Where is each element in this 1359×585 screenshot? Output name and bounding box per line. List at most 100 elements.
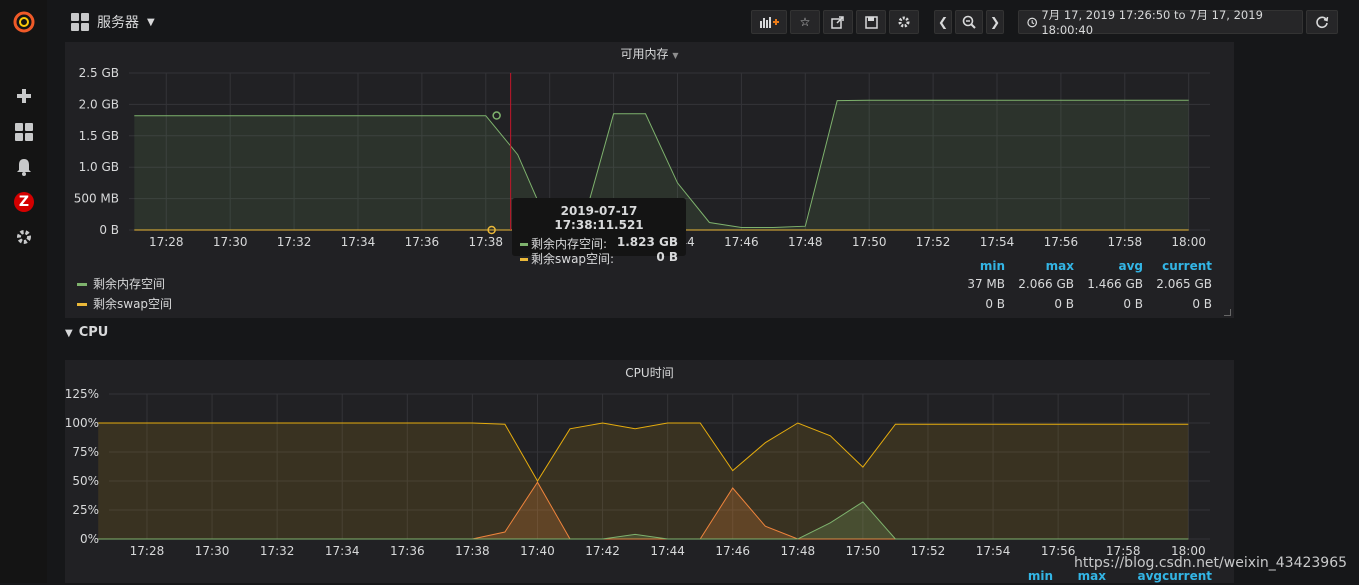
gear-icon[interactable] <box>11 224 37 250</box>
legend-row[interactable]: 剩余内存空间 37 MB 2.066 GB 1.466 GB 2.065 GB <box>77 275 1217 295</box>
legend-header-avg[interactable]: avg <box>1073 259 1143 273</box>
grafana-logo-icon[interactable] <box>11 9 37 35</box>
legend-avg: 1.466 GB <box>1087 277 1143 291</box>
time-forward-button[interactable]: ❯ <box>986 10 1004 34</box>
legend-max: 2.066 GB <box>1018 277 1074 291</box>
y-tick-label: 0% <box>80 532 99 546</box>
row-header-cpu[interactable]: ▼ CPU <box>65 325 108 340</box>
legend-row[interactable]: 剩余swap空间 0 B 0 B 0 B 0 B <box>77 295 1217 315</box>
cpu-panel: CPU时间 125% 100% 75% 50% 25% 0% 17:28 17:30 17:32… <box>65 360 1234 583</box>
x-tick-label: 17:42 <box>585 544 620 558</box>
legend-min: 0 B <box>985 297 1005 311</box>
x-tick-label: 18:00 <box>1171 235 1206 249</box>
time-back-button[interactable]: ❮ <box>934 10 952 34</box>
tooltip-row: 剩余swap空间: 0 B <box>520 250 678 266</box>
legend-header-max[interactable]: max <box>1004 259 1074 273</box>
refresh-button[interactable] <box>1306 10 1338 34</box>
x-tick-label: 17:48 <box>781 544 816 558</box>
sidebar: Z <box>0 0 47 583</box>
settings-button[interactable] <box>889 10 919 34</box>
legend-header-current[interactable]: current <box>1142 569 1212 583</box>
panel-title-text: CPU时间 <box>625 366 674 380</box>
x-tick-label: 17:28 <box>149 235 184 249</box>
panel-title[interactable]: 可用内存 ▼ <box>65 45 1234 62</box>
legend-header-min[interactable]: min <box>935 259 1005 273</box>
dashboards-icon[interactable] <box>11 119 37 145</box>
resize-handle-icon[interactable] <box>1224 309 1231 316</box>
x-tick-label: 17:32 <box>277 235 312 249</box>
x-tick-label: 17:30 <box>213 235 248 249</box>
row-title: CPU <box>78 325 109 340</box>
y-tick-label: 1.0 GB <box>79 160 119 174</box>
series-area <box>98 423 1189 539</box>
cpu-graph[interactable]: 125% 100% 75% 50% 25% 0% 17:28 17:30 17:32 17:34 1… <box>65 380 1234 585</box>
x-tick-label: 17:32 <box>260 544 295 558</box>
clock-icon <box>1027 17 1038 27</box>
x-tick-label: 17:44 <box>650 544 685 558</box>
graph-tooltip: 2019-07-17 17:38:11.521 剩余内存空间: 1.823 GB… <box>512 198 686 266</box>
star-button[interactable]: ☆ <box>790 10 820 34</box>
x-tick-label: 17:38 <box>468 235 503 249</box>
y-tick-label: 75% <box>72 445 99 459</box>
chevron-right-icon: ❯ <box>989 15 1001 29</box>
panel-title[interactable]: CPU时间 <box>65 364 1234 381</box>
add-panel-icon <box>760 17 779 28</box>
x-tick-label: 17:28 <box>130 544 165 558</box>
tooltip-value: 0 B <box>656 250 678 264</box>
time-range-label: 7月 17, 2019 17:26:50 to 7月 17, 2019 18:0… <box>1041 8 1263 37</box>
gear-icon <box>898 16 910 28</box>
x-tick-label: 17:50 <box>846 544 881 558</box>
x-tick-label: 17:50 <box>852 235 887 249</box>
legend-series-name[interactable]: 剩余swap空间 <box>93 297 172 311</box>
zabbix-icon[interactable]: Z <box>11 189 37 215</box>
legend-series-name[interactable]: 剩余内存空间 <box>93 277 165 291</box>
legend-max: 0 B <box>1054 297 1074 311</box>
tooltip-series-name: 剩余内存空间: <box>531 237 608 251</box>
watermark: https://blog.csdn.net/weixin_43423965 <box>1074 555 1348 571</box>
x-tick-label: 17:58 <box>1108 235 1143 249</box>
panel-title-text: 可用内存 <box>620 47 669 61</box>
tooltip-row: 剩余内存空间: 1.823 GB <box>520 235 678 251</box>
legend-header-current[interactable]: current <box>1142 259 1212 273</box>
series-color-swatch <box>520 258 528 261</box>
y-tick-label: 500 MB <box>74 192 119 206</box>
x-tick-label: 17:30 <box>195 544 230 558</box>
x-tick-label: 17:54 <box>980 235 1015 249</box>
dashboard-picker[interactable]: 服务器 ▼ <box>71 12 155 32</box>
memory-panel: 可用内存 ▼ 2.5 GB 2.0 GB 1.5 GB 1.0 GB 500 MB 0 B… <box>65 42 1234 318</box>
zoom-out-icon <box>962 15 976 29</box>
y-tick-label: 2.5 GB <box>79 66 119 80</box>
star-icon: ☆ <box>799 15 811 29</box>
x-tick-label: 17:56 <box>1044 235 1079 249</box>
x-tick-label: 17:34 <box>325 544 360 558</box>
y-tick-label: 50% <box>72 474 99 488</box>
series-color-swatch[interactable] <box>77 303 87 306</box>
x-tick-label: 17:36 <box>405 235 440 249</box>
series-color-swatch[interactable] <box>77 283 87 286</box>
y-tick-label: 0 B <box>99 223 119 237</box>
hover-point-marker <box>492 111 501 120</box>
chevron-down-icon: ▼ <box>65 328 73 339</box>
bell-icon[interactable] <box>11 154 37 180</box>
plus-icon[interactable] <box>11 83 37 109</box>
dashboards-icon <box>71 13 89 31</box>
x-tick-label: 17:40 <box>520 544 555 558</box>
chevron-left-icon: ❮ <box>937 15 949 29</box>
x-tick-label: 17:52 <box>911 544 946 558</box>
x-tick-label: 17:34 <box>341 235 376 249</box>
time-range-picker[interactable]: 7月 17, 2019 17:26:50 to 7月 17, 2019 18:0… <box>1018 8 1303 37</box>
zabbix-letter: Z <box>18 194 30 210</box>
tooltip-series-name: 剩余swap空间: <box>531 252 615 266</box>
zoom-out-button[interactable] <box>955 10 983 34</box>
save-button[interactable] <box>856 10 886 34</box>
add-panel-button[interactable] <box>751 10 787 34</box>
top-navbar: 服务器 ▼ ☆ ❮ ❯ 7月 17, 2019 17:26:50 to 7月 1… <box>47 0 1359 44</box>
caret-down-icon: ▼ <box>147 16 155 28</box>
share-button[interactable] <box>823 10 853 34</box>
dashboard-title: 服务器 <box>97 15 139 31</box>
y-tick-label: 25% <box>72 503 99 517</box>
x-tick-label: 17:36 <box>390 544 425 558</box>
y-tick-label: 1.5 GB <box>79 129 119 143</box>
refresh-icon <box>1316 16 1329 29</box>
x-tick-label: 17:46 <box>715 544 750 558</box>
